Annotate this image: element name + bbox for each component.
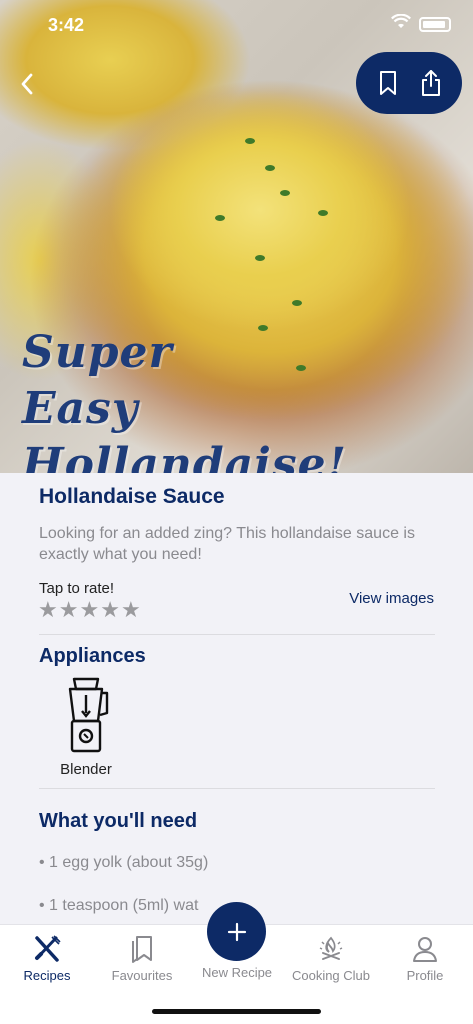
recipe-description: Looking for an added zing? This hollanda… <box>39 525 415 563</box>
divider <box>39 788 435 789</box>
tab-label: Profile <box>406 968 444 983</box>
star-icon[interactable]: ★ <box>100 599 120 621</box>
tab-cooking-club[interactable]: Cooking Club <box>284 933 378 983</box>
home-indicator <box>152 1009 321 1014</box>
new-recipe-label: New Recipe <box>201 965 273 980</box>
bookmark-icon <box>379 71 396 95</box>
back-button[interactable] <box>12 66 42 102</box>
campfire-icon <box>284 933 378 965</box>
star-icon[interactable]: ★ <box>59 599 79 621</box>
tab-label: Recipes <box>23 968 71 983</box>
status-time: 3:42 <box>48 15 85 35</box>
chevron-left-icon <box>21 73 33 95</box>
star-rating[interactable]: ★ ★ ★ ★ ★ <box>38 599 141 621</box>
hero-title-line1: Super Easy <box>22 327 173 434</box>
appliance-item[interactable]: Blender <box>50 675 122 778</box>
utensils-icon <box>0 933 94 965</box>
plus-icon <box>227 922 246 941</box>
bookmark-button[interactable] <box>370 65 406 101</box>
ingredient-item: • 1 teaspoon (5ml) wat <box>39 897 199 914</box>
tab-favourites[interactable]: Favourites <box>95 933 189 983</box>
divider <box>39 634 435 635</box>
rate-label: Tap to rate! <box>39 580 115 597</box>
share-icon <box>421 70 440 96</box>
recipe-details: Hollandaise Sauce Looking for an added z… <box>0 473 473 924</box>
appliances-heading: Appliances <box>39 645 146 667</box>
status-icons <box>391 13 451 34</box>
tab-label: Cooking Club <box>291 968 371 983</box>
star-icon[interactable]: ★ <box>38 599 58 621</box>
star-icon[interactable]: ★ <box>79 599 99 621</box>
battery-icon <box>419 16 451 32</box>
share-button[interactable] <box>413 65 449 101</box>
hero-title-line2: Hollandaise! <box>22 439 347 473</box>
view-images-link[interactable]: View images <box>349 590 434 607</box>
recipe-title: Hollandaise Sauce <box>39 485 225 508</box>
star-icon[interactable]: ★ <box>121 599 141 621</box>
bookmarks-icon <box>95 933 189 965</box>
tab-profile[interactable]: Profile <box>378 933 472 983</box>
blender-icon <box>50 675 122 755</box>
appliance-label: Blender <box>60 761 112 778</box>
tab-recipes[interactable]: Recipes <box>0 933 94 983</box>
ingredients-heading: What you'll need <box>39 810 198 832</box>
hero-title: Super Easy Hollandaise! <box>22 325 346 473</box>
person-icon <box>378 933 472 965</box>
hero-actions <box>356 52 462 114</box>
tab-label: Favourites <box>111 968 173 983</box>
wifi-icon <box>391 13 411 34</box>
ingredient-item: • 1 egg yolk (about 35g) <box>39 854 209 871</box>
new-recipe-button[interactable] <box>207 902 266 961</box>
